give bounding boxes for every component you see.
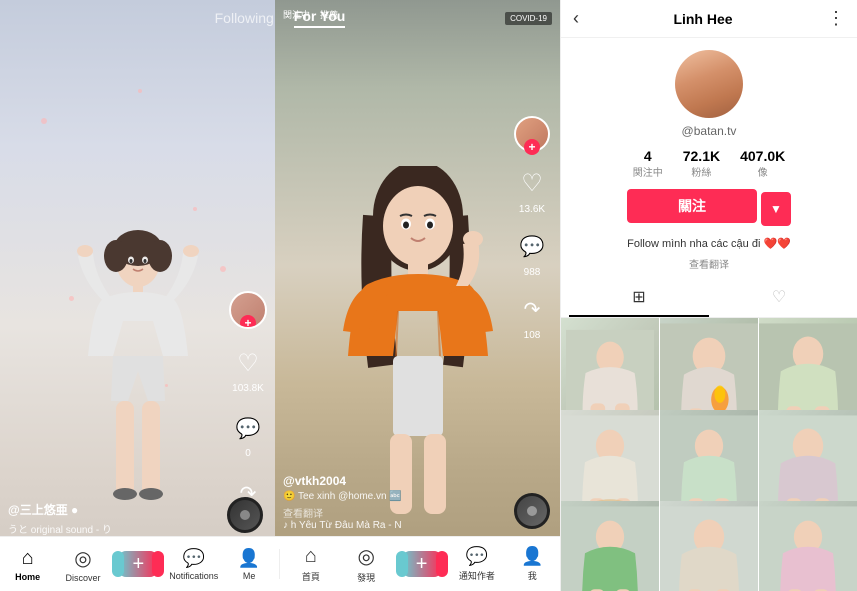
comment-button-1[interactable]: 💬 0: [230, 410, 266, 459]
nav-home[interactable]: ⌂ Home: [3, 547, 53, 582]
discover-label: Discover: [66, 573, 101, 583]
video-sound-1: うと original sound - り: [8, 521, 225, 536]
tab-grid[interactable]: ⊞: [569, 279, 709, 317]
notifications-icon: 💬: [183, 548, 205, 569]
video-grid: ▶ 11.5K: [561, 318, 857, 591]
profile-info: @batan.tv 4 関注中 72.1K 粉絲 407.0K 像 關注 ▼ F…: [561, 38, 857, 279]
feed-panel: Following For You: [0, 0, 560, 591]
nav-notifications2[interactable]: 💬 通知作者: [452, 546, 502, 582]
profile-tabs: ⊞ ♡: [561, 279, 857, 318]
nav-notifications[interactable]: 💬 Notifications: [169, 548, 219, 581]
translate-link-2[interactable]: 查看翻译: [283, 505, 510, 520]
video-username-2: @vtkh2004: [283, 474, 510, 488]
video-actions-2: + ♡ 13.6K 💬 988 ↷ 108: [514, 116, 550, 341]
home2-label: 首頁: [302, 570, 320, 583]
nav-me2[interactable]: 👤 我: [507, 546, 557, 582]
video-description-2: 🙂 Tee xinh @home.vn 🔤: [283, 491, 510, 502]
liked-icon: ♡: [772, 287, 786, 307]
followers-label: 粉絲: [691, 164, 711, 179]
me-icon: 👤: [238, 548, 260, 569]
back-button[interactable]: ‹: [573, 8, 579, 29]
profile-header: ‹ Linh Hee ⋮: [561, 0, 857, 38]
notifications2-icon: 💬: [466, 546, 488, 567]
video-info-1: @三上悠亜 ● うと original sound - り: [8, 501, 225, 536]
stat-following: 4 関注中: [633, 148, 663, 179]
nav-discover2[interactable]: ◎ 發現: [341, 544, 391, 584]
nav-home2[interactable]: ⌂ 首頁: [286, 545, 336, 583]
following-label: 関注中: [633, 164, 663, 179]
nav-divider: [279, 549, 280, 579]
feed-header: Following For You: [0, 0, 560, 36]
bio-translate[interactable]: 查看翻译: [689, 256, 729, 271]
notifications2-label: 通知作者: [459, 569, 495, 582]
add-button[interactable]: +: [118, 551, 158, 577]
follow-button[interactable]: 關注: [627, 189, 757, 223]
tab-following[interactable]: Following: [215, 10, 274, 26]
discover-icon: ◎: [74, 546, 91, 571]
me2-label: 我: [528, 569, 537, 582]
profile-bio: Follow mình nha các cậu đi ❤️❤️: [627, 237, 791, 252]
add-button-2[interactable]: +: [402, 551, 442, 577]
more-button[interactable]: ⋮: [827, 8, 845, 29]
follow-btn-wrapper: 關注 ▼: [627, 189, 791, 229]
nav-discover[interactable]: ◎ Discover: [58, 546, 108, 583]
discover2-icon: ◎: [357, 544, 374, 569]
grid-icon: ⊞: [632, 287, 645, 307]
video-actions-1: ♡ 103.8K 💬 0 ↷: [229, 291, 267, 511]
like-button-2[interactable]: ♡ 13.6K: [514, 166, 550, 215]
profile-stats: 4 関注中 72.1K 粉絲 407.0K 像: [633, 148, 786, 179]
tab-liked[interactable]: ♡: [709, 279, 849, 317]
nav-me[interactable]: 👤 Me: [224, 548, 274, 581]
nav-add[interactable]: +: [113, 551, 163, 577]
home-icon: ⌂: [22, 547, 34, 570]
video-username-1: @三上悠亜 ●: [8, 501, 225, 518]
profile-panel: ‹ Linh Hee ⋮ @batan.tv 4 関注中 72.1K 粉絲 40…: [560, 0, 857, 591]
like-button-1[interactable]: ♡ 103.8K: [230, 345, 266, 394]
home2-icon: ⌂: [305, 545, 317, 568]
bottom-nav: ⌂ Home ◎ Discover + 💬 Notifications 👤 Me…: [0, 536, 560, 591]
video-sound-2: ♪ h Yêu Từ Đâu Mà Ra - N: [283, 520, 510, 531]
video-item-1[interactable]: ♡ 103.8K 💬 0 ↷ @三上悠亜 ● うと original sound…: [0, 0, 275, 591]
likes-label: 像: [758, 164, 768, 179]
grid-item-8[interactable]: LiNH...: [759, 501, 857, 591]
notifications-label: Notifications: [169, 571, 218, 581]
profile-handle: @batan.tv: [682, 124, 737, 138]
follow-dropdown[interactable]: ▼: [761, 192, 791, 226]
stat-followers: 72.1K 粉絲: [683, 148, 720, 179]
home-label: Home: [15, 572, 40, 582]
grid-item-7[interactable]: [660, 501, 758, 591]
followers-value: 72.1K: [683, 148, 720, 164]
likes-value: 407.0K: [740, 148, 785, 164]
following-value: 4: [644, 148, 652, 164]
avatar-follow-2[interactable]: +: [514, 116, 550, 152]
tab-for-you[interactable]: For You: [294, 8, 346, 28]
spinning-record-2: [514, 493, 550, 529]
video-item-2[interactable]: 関注中 推薦 COVID-19 + ♡ 13.6K 💬: [275, 0, 560, 591]
videos-container: ♡ 103.8K 💬 0 ↷ @三上悠亜 ● うと original sound…: [0, 0, 560, 591]
video-info-2: @vtkh2004 🙂 Tee xinh @home.vn 🔤 查看翻译 ♪ h…: [283, 474, 510, 531]
grid-item-6[interactable]: ▶ 2.77K: [561, 501, 659, 591]
avatar-follow[interactable]: [229, 291, 267, 329]
me2-icon: 👤: [521, 546, 543, 567]
share-button-2[interactable]: ↷ 108: [514, 292, 550, 341]
discover2-label: 發現: [357, 571, 375, 584]
me-label: Me: [243, 571, 256, 581]
stat-likes: 407.0K 像: [740, 148, 785, 179]
profile-name: Linh Hee: [673, 11, 732, 27]
comment-button-2[interactable]: 💬 988: [514, 229, 550, 278]
nav-add2[interactable]: +: [397, 551, 447, 577]
spinning-record-1: [227, 497, 263, 533]
profile-avatar: [675, 50, 743, 118]
